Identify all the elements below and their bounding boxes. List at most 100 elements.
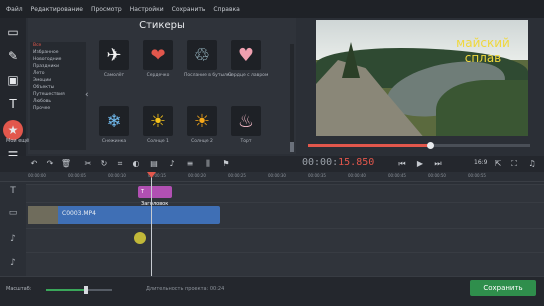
video-preview[interactable]: майский сплав (316, 20, 528, 136)
menu-save[interactable]: Сохранить (172, 6, 206, 13)
settings-icon[interactable]: ≡ (184, 158, 196, 170)
sticker-sun-1[interactable]: ☀ Солнце 1 (140, 106, 176, 150)
caption-line-1: майский (456, 36, 510, 50)
equalizer-icon[interactable]: ⫼ (202, 158, 214, 170)
clip-thumbnail (28, 206, 58, 224)
sticker-cake[interactable]: ♨ Торт (228, 106, 264, 150)
bottom-bar: Масштаб: Длительность проекта: 00:24 Сох… (0, 276, 544, 306)
play-icon[interactable]: ▶ (414, 158, 426, 170)
sticker-bottle[interactable]: ♲ Послание в бутылке (184, 40, 233, 84)
cut-icon[interactable]: ✂ (82, 158, 94, 170)
magic-wand-icon[interactable]: ✎ (2, 46, 24, 66)
category-item[interactable]: Эмоции (30, 77, 86, 84)
skip-forward-icon[interactable]: ⏭ (432, 158, 444, 170)
ruler-label: 00:00:50 (428, 173, 446, 178)
timeline: 00:00:00 00:00:05 00:00:10 00:00:15 00:00:20… (0, 172, 544, 276)
aspect-ratio[interactable]: 16:9 (474, 159, 487, 166)
app-window: Файл Редактирование Просмотр Настройки С… (0, 0, 544, 306)
tool-rail: ▭ ✎ ▣ T ★ ☰ (0, 18, 26, 174)
menu-file[interactable]: Файл (6, 6, 23, 13)
titles-icon[interactable]: T (2, 94, 24, 114)
category-item[interactable]: Путешествия (30, 91, 86, 98)
rotate-icon[interactable]: ↻ (98, 158, 110, 170)
scale-knob[interactable] (83, 286, 88, 294)
timecode-prefix: 00:00: (302, 157, 339, 168)
text-track-icon: T (10, 186, 16, 196)
timecode-fraction: .850 (350, 157, 375, 168)
scrollbar-knob[interactable] (290, 142, 294, 152)
edit-toolbar: ↶ ↷ 🗑 ✂ ↻ ⌗ ◐ ▤ ♪ ≡ ⫼ ⚑ ⏮ ▶ ⏭ ⇱ ⛶ ♫ (0, 156, 544, 172)
playhead[interactable] (151, 172, 152, 276)
menu-bar: Файл Редактирование Просмотр Настройки С… (0, 0, 544, 18)
sticker-airplane[interactable]: ✈ Самолёт (96, 40, 132, 84)
category-item[interactable]: Лето (30, 70, 86, 77)
add-more-button[interactable]: Мои ещё (6, 138, 29, 144)
undo-icon[interactable]: ↶ (28, 158, 40, 170)
scale-slider[interactable] (46, 286, 112, 294)
sticker-snowflake[interactable]: ❄ Снежинка (96, 106, 132, 150)
timecode-seconds: 15 (338, 157, 351, 168)
preview-forest-near (436, 80, 528, 136)
mouse-cursor-highlight (134, 232, 146, 244)
menu-settings[interactable]: Настройки (130, 6, 164, 13)
ruler-label: 00:00:55 (468, 173, 486, 178)
sticker-label: Послание в бутылке (184, 73, 233, 78)
ruler-label: 00:00:10 (108, 173, 126, 178)
panel-title: Стикеры (139, 20, 185, 31)
sticker-label: Сердечко (146, 73, 170, 78)
sticker-label: Солнце 2 (191, 139, 213, 144)
export-icon[interactable]: ⇱ (492, 158, 504, 170)
chevron-left-icon[interactable]: ‹ (85, 90, 89, 100)
progress-knob[interactable] (427, 142, 435, 149)
category-item[interactable]: Все (30, 42, 86, 49)
stickers-icon[interactable]: ★ (3, 120, 23, 140)
crop-icon[interactable]: ⌗ (114, 158, 126, 170)
panel-scrollbar[interactable] (290, 44, 294, 152)
progress-fill (308, 144, 431, 147)
video-clip[interactable]: C0003.MP4 (28, 206, 220, 224)
sticker-heart-wreath[interactable]: ♥ Сердце с лавром (228, 40, 268, 84)
category-item[interactable]: Праздники (30, 63, 86, 70)
ruler-label: 00:00:05 (68, 173, 86, 178)
audio-track-icon: ♪ (10, 234, 16, 244)
microphone-icon[interactable]: ♪ (166, 158, 178, 170)
flag-icon[interactable]: ⚑ (220, 158, 232, 170)
sticker-sun-2[interactable]: ☀ Солнце 2 (184, 106, 220, 150)
ruler-label: 00:00:20 (188, 173, 206, 178)
sticker-grid: ✈ Самолёт ❤ Сердечко ♲ Послание в бутылк… (96, 40, 288, 152)
volume-icon[interactable]: ♫ (526, 158, 538, 170)
preview-progress-bar[interactable] (308, 142, 530, 149)
sun-icon: ☀ (187, 106, 217, 136)
time-ruler[interactable]: 00:00:00 00:00:05 00:00:10 00:00:15 00:00:20… (0, 172, 544, 182)
category-item[interactable]: Объекты (30, 84, 86, 91)
fullscreen-icon[interactable]: ⛶ (508, 158, 520, 170)
sticker-label: Самолёт (103, 73, 125, 78)
project-duration: Длительность проекта: 00:24 (146, 286, 225, 292)
category-item[interactable]: Любовь (30, 98, 86, 105)
text-clip[interactable]: Т Заголовок (138, 186, 172, 207)
scale-fill (46, 289, 86, 291)
text-track (26, 184, 544, 202)
delete-icon[interactable]: 🗑 (60, 158, 72, 170)
audio-track-1 (26, 228, 544, 252)
ruler-label: 00:00:45 (388, 173, 406, 178)
skip-back-icon[interactable]: ⏮ (396, 158, 408, 170)
sticker-heart[interactable]: ❤ Сердечко (140, 40, 176, 84)
ruler-label: 00:00:35 (308, 173, 326, 178)
transitions-icon[interactable]: ▣ (2, 70, 24, 90)
import-icon[interactable]: ▭ (2, 22, 24, 42)
category-item[interactable]: Избранное (30, 49, 86, 56)
redo-icon[interactable]: ↷ (44, 158, 56, 170)
save-button[interactable]: Сохранить (470, 280, 536, 296)
caption-line-2: сплав (464, 51, 502, 65)
color-icon[interactable]: ◐ (130, 158, 142, 170)
category-item[interactable]: Прочее (30, 105, 86, 112)
heart-icon: ❤ (143, 40, 173, 70)
clip-properties-icon[interactable]: ▤ (148, 158, 160, 170)
menu-view[interactable]: Просмотр (91, 6, 122, 13)
menu-help[interactable]: Справка (213, 6, 239, 13)
cake-icon: ♨ (231, 106, 261, 136)
sticker-label: Торт (240, 139, 252, 144)
menu-edit[interactable]: Редактирование (31, 6, 83, 13)
category-item[interactable]: Новогодние (30, 56, 86, 63)
